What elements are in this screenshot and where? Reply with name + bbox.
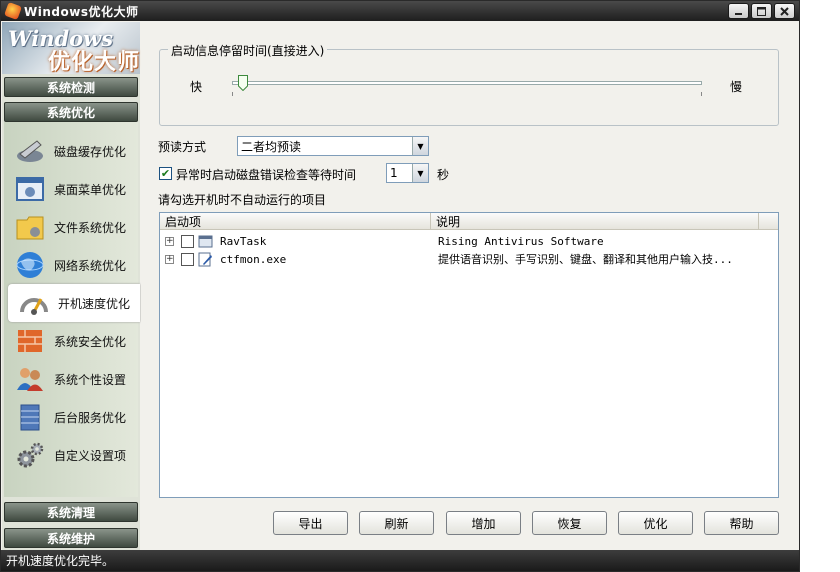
sidebar-item-label: 系统安全优化: [54, 334, 127, 349]
row-checkbox[interactable]: [181, 234, 194, 248]
optimize-nav-panel: 磁盘缓存优化 桌面菜单优化 文件系统优化 网络系统优化 开机速度优化 系统安全优…: [4, 122, 140, 497]
add-button[interactable]: 增加: [446, 511, 521, 535]
nav-header-system-maintain[interactable]: 系统维护: [4, 528, 138, 548]
sidebar-item-label: 桌面菜单优化: [54, 182, 127, 197]
prefetch-label: 预读方式: [158, 140, 207, 154]
disk-check-wait-select[interactable]: 1 ▼: [386, 163, 429, 183]
sidebar-item-label: 文件系统优化: [54, 220, 127, 235]
maximize-icon: [757, 6, 766, 16]
expand-icon[interactable]: +: [165, 254, 174, 264]
list-caption: 请勾选开机时不自动运行的项目: [158, 193, 327, 207]
disk-cache-icon: [14, 135, 46, 167]
nav-header-system-detect[interactable]: 系统检测: [4, 77, 138, 97]
slow-label: 慢: [730, 80, 743, 94]
file-system-icon: [14, 211, 46, 243]
firewall-icon: [14, 325, 46, 357]
startup-item-desc: 提供语音识别、手写识别、键盘、翻译和其他用户输入技...: [438, 253, 733, 266]
startup-items-list[interactable]: 启动项 说明 + RavTask Rising Antivirus Softwa…: [159, 212, 779, 498]
prefetch-value: 二者均预读: [241, 139, 302, 154]
sidebar-item-label: 自定义设置项: [54, 448, 127, 463]
chevron-down-icon[interactable]: ▼: [412, 164, 428, 182]
sidebar-item-personalize[interactable]: 系统个性设置: [4, 360, 138, 398]
optimize-button[interactable]: 优化: [618, 511, 693, 535]
pen-edit-icon: [198, 252, 212, 266]
sidebar-item-label: 开机速度优化: [58, 296, 131, 311]
sidebar-item-services[interactable]: 后台服务优化: [4, 398, 138, 436]
startup-item-name: ctfmon.exe: [220, 252, 287, 266]
startup-item-desc: Rising Antivirus Software: [438, 234, 604, 248]
restore-button[interactable]: 恢复: [532, 511, 607, 535]
maximize-button[interactable]: [751, 3, 772, 19]
chevron-down-icon[interactable]: ▼: [412, 137, 428, 155]
sidebar-item-label: 系统个性设置: [54, 372, 127, 387]
close-icon: [780, 6, 789, 16]
sidebar-item-label: 后台服务优化: [54, 410, 127, 425]
sidebar-item-boot-speed[interactable]: 开机速度优化: [8, 284, 140, 322]
desktop-menu-icon: [14, 173, 46, 205]
close-button[interactable]: [774, 3, 795, 19]
disk-check-checkbox[interactable]: ✔: [159, 167, 172, 180]
disk-check-wait-value: 1: [390, 166, 398, 180]
sidebar-item-desktop-menu[interactable]: 桌面菜单优化: [4, 170, 138, 208]
nav-header-system-clean[interactable]: 系统清理: [4, 502, 138, 522]
startup-item-name: RavTask: [220, 234, 267, 248]
window-controls: [728, 3, 795, 19]
refresh-button[interactable]: 刷新: [359, 511, 434, 535]
sidebar-item-custom[interactable]: 自定义设置项: [4, 436, 138, 474]
users-icon: [14, 363, 46, 395]
minimize-icon: [735, 12, 742, 15]
window-title: Windows优化大师: [24, 4, 139, 19]
sidebar-item-network[interactable]: 网络系统优化: [4, 246, 138, 284]
row-checkbox[interactable]: [181, 252, 194, 266]
fast-label: 快: [190, 80, 203, 94]
sidebar-item-security[interactable]: 系统安全优化: [4, 322, 138, 360]
list-header: 启动项 说明: [160, 213, 778, 230]
table-row[interactable]: + ctfmon.exe 提供语音识别、手写识别、键盘、翻译和其他用户输入技..…: [160, 250, 778, 268]
sidebar-item-disk-cache[interactable]: 磁盘缓存优化: [4, 132, 138, 170]
prefetch-select[interactable]: 二者均预读 ▼: [237, 136, 429, 156]
status-text: 开机速度优化完毕。: [6, 554, 115, 568]
slider-thumb[interactable]: [238, 75, 248, 91]
title-bar[interactable]: Windows优化大师: [1, 1, 799, 21]
minimize-button[interactable]: [728, 3, 749, 19]
slider-ticks: [232, 92, 702, 96]
sidebar: Windows 优化大师 系统检测 系统优化 磁盘缓存优化 桌面菜单优化 文件系…: [2, 22, 140, 550]
application-icon: [198, 235, 213, 247]
startup-wait-slider[interactable]: [232, 81, 702, 85]
disk-check-label: 异常时启动磁盘错误检查等待时间: [176, 168, 357, 182]
boot-speed-panel: 启动信息停留时间(直接进入) 快 慢 预读方式 二者均预读 ▼ ✔ 异常时启动磁…: [141, 22, 799, 550]
logo-line2: 优化大师: [48, 50, 141, 75]
startup-wait-group: 启动信息停留时间(直接进入) 快 慢: [159, 42, 779, 126]
status-bar: 开机速度优化完毕。: [1, 550, 799, 571]
sidebar-item-label: 磁盘缓存优化: [54, 144, 127, 159]
server-icon: [14, 401, 46, 433]
export-button[interactable]: 导出: [273, 511, 348, 535]
sidebar-item-file-system[interactable]: 文件系统优化: [4, 208, 138, 246]
table-row[interactable]: + RavTask Rising Antivirus Software: [160, 232, 778, 250]
group-title: 启动信息停留时间(直接进入): [168, 42, 328, 59]
main-window: Windows优化大师 Windows 优化大师 系统检测 系统优化 磁盘缓存优…: [0, 0, 800, 572]
nav-header-system-optimize[interactable]: 系统优化: [4, 102, 138, 122]
help-button[interactable]: 帮助: [704, 511, 779, 535]
column-header-description[interactable]: 说明: [431, 213, 759, 230]
app-icon: [4, 2, 22, 20]
network-globe-icon: [14, 249, 46, 281]
sidebar-item-label: 网络系统优化: [54, 258, 127, 273]
gears-icon: [14, 439, 46, 471]
column-header-startup-item[interactable]: 启动项: [160, 213, 431, 230]
app-logo: Windows 优化大师: [2, 22, 141, 75]
expand-icon[interactable]: +: [165, 236, 174, 246]
boot-speed-icon: [18, 287, 50, 319]
seconds-unit: 秒: [437, 168, 450, 182]
